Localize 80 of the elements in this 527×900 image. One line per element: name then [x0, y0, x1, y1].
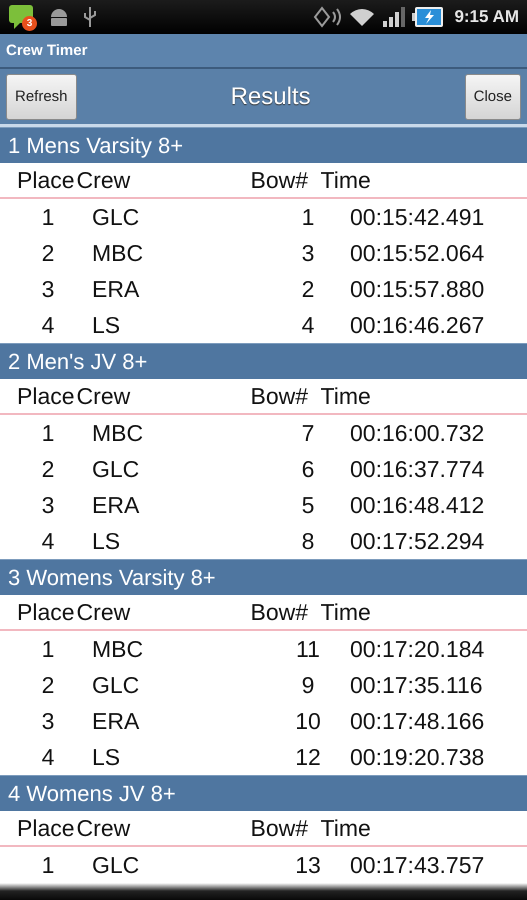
table-cell-text: GLC	[92, 852, 140, 878]
refresh-button[interactable]: Refresh	[6, 74, 77, 120]
table-cell-text: 7	[300, 420, 316, 446]
column-header: Time	[320, 382, 371, 410]
column-header: Time	[320, 598, 371, 626]
table-cell-text: GLC	[92, 456, 140, 482]
table-cell: 00:16:46.267	[350, 312, 484, 338]
table-cell-text: GLC	[92, 672, 140, 698]
table-cell: 00:16:00.732	[350, 420, 484, 446]
table-cell-text: 1	[40, 420, 56, 446]
table-cell-text: 3	[300, 240, 316, 266]
table-cell-text: 2	[300, 276, 316, 302]
table-cell-text: 5	[300, 492, 316, 518]
race-title: 1 Mens Varsity 8+	[8, 132, 184, 158]
table-cell-text: LS	[92, 312, 122, 338]
column-header: Place	[17, 166, 75, 194]
table-cell: 00:16:48.412	[350, 492, 484, 518]
table-cell-text: 3	[40, 492, 56, 518]
gps-icon	[312, 5, 342, 29]
table-cell-text: 2	[40, 456, 56, 482]
table-cell-text: LS	[92, 528, 122, 554]
table-cell-text: 3	[40, 708, 56, 734]
table-cell-text: ERA	[92, 708, 140, 734]
table-cell-text: 4	[40, 528, 56, 554]
table-cell-text: MBC	[92, 636, 144, 662]
race-title: 3 Womens Varsity 8+	[8, 564, 216, 590]
table-cell-text: 4	[40, 312, 56, 338]
notification-badge: 3	[22, 16, 37, 31]
column-header: Crew	[76, 814, 132, 842]
table-cell: 00:16:37.774	[350, 456, 484, 482]
table-cell-text: 8	[300, 528, 316, 554]
table-cell: 00:17:52.294	[350, 528, 484, 554]
race-title: 2 Men's JV 8+	[8, 348, 148, 374]
table-cell: 00:19:20.738	[350, 744, 484, 770]
table-cell: 00:15:42.491	[350, 204, 484, 230]
signal-icon	[382, 6, 406, 28]
page-title: Results	[230, 82, 311, 110]
column-header: Place	[17, 382, 75, 410]
table-cell-text: 2	[40, 240, 56, 266]
table-cell-text: 1	[40, 636, 56, 662]
table-cell-text: GLC	[92, 204, 140, 230]
race-title: 4 Womens JV 8+	[8, 780, 176, 806]
table-cell-text: 1	[40, 204, 56, 230]
table-cell-text: MBC	[92, 240, 144, 266]
battery-icon	[412, 5, 444, 29]
table-cell-text: 11	[295, 636, 321, 662]
table-cell: 00:17:48.166	[350, 708, 484, 734]
table-cell: 00:15:57.880	[350, 276, 484, 302]
table-cell-text: 1	[40, 852, 56, 878]
column-header: Time	[320, 166, 371, 194]
table-cell: 00:15:52.064	[350, 240, 484, 266]
app-title: Crew Timer	[6, 42, 88, 59]
column-header: Place	[17, 814, 75, 842]
table-cell-text: 2	[40, 672, 56, 698]
table-cell-text: 4	[40, 744, 56, 770]
table-cell-text: 4	[300, 312, 316, 338]
wifi-icon	[348, 6, 376, 28]
table-cell-text: 13	[294, 852, 322, 878]
table-cell-text: 12	[294, 744, 322, 770]
clock: 9:15 AM	[454, 7, 519, 27]
table-cell-text: 6	[300, 456, 316, 482]
close-button[interactable]: Close	[464, 74, 521, 120]
table-cell-text: 9	[300, 672, 316, 698]
table-cell-text: ERA	[92, 492, 140, 518]
usb-icon	[82, 5, 98, 29]
column-header: Time	[320, 814, 371, 842]
table-cell: 00:17:20.184	[350, 636, 484, 662]
column-header: Crew	[76, 382, 132, 410]
column-header: Crew	[76, 598, 132, 626]
table-cell-text: 1	[300, 204, 316, 230]
table-cell: 00:17:35.116	[350, 672, 483, 698]
table-cell-text: MBC	[92, 420, 144, 446]
table-cell-text: 3	[40, 276, 56, 302]
chat-bubble-icon	[8, 3, 34, 29]
table-cell-text: LS	[92, 744, 122, 770]
table-cell-text: 10	[294, 708, 322, 734]
column-header: Crew	[76, 166, 132, 194]
column-header: Place	[17, 598, 75, 626]
table-cell-text: ERA	[92, 276, 140, 302]
table-cell: 00:17:43.757	[350, 852, 484, 878]
